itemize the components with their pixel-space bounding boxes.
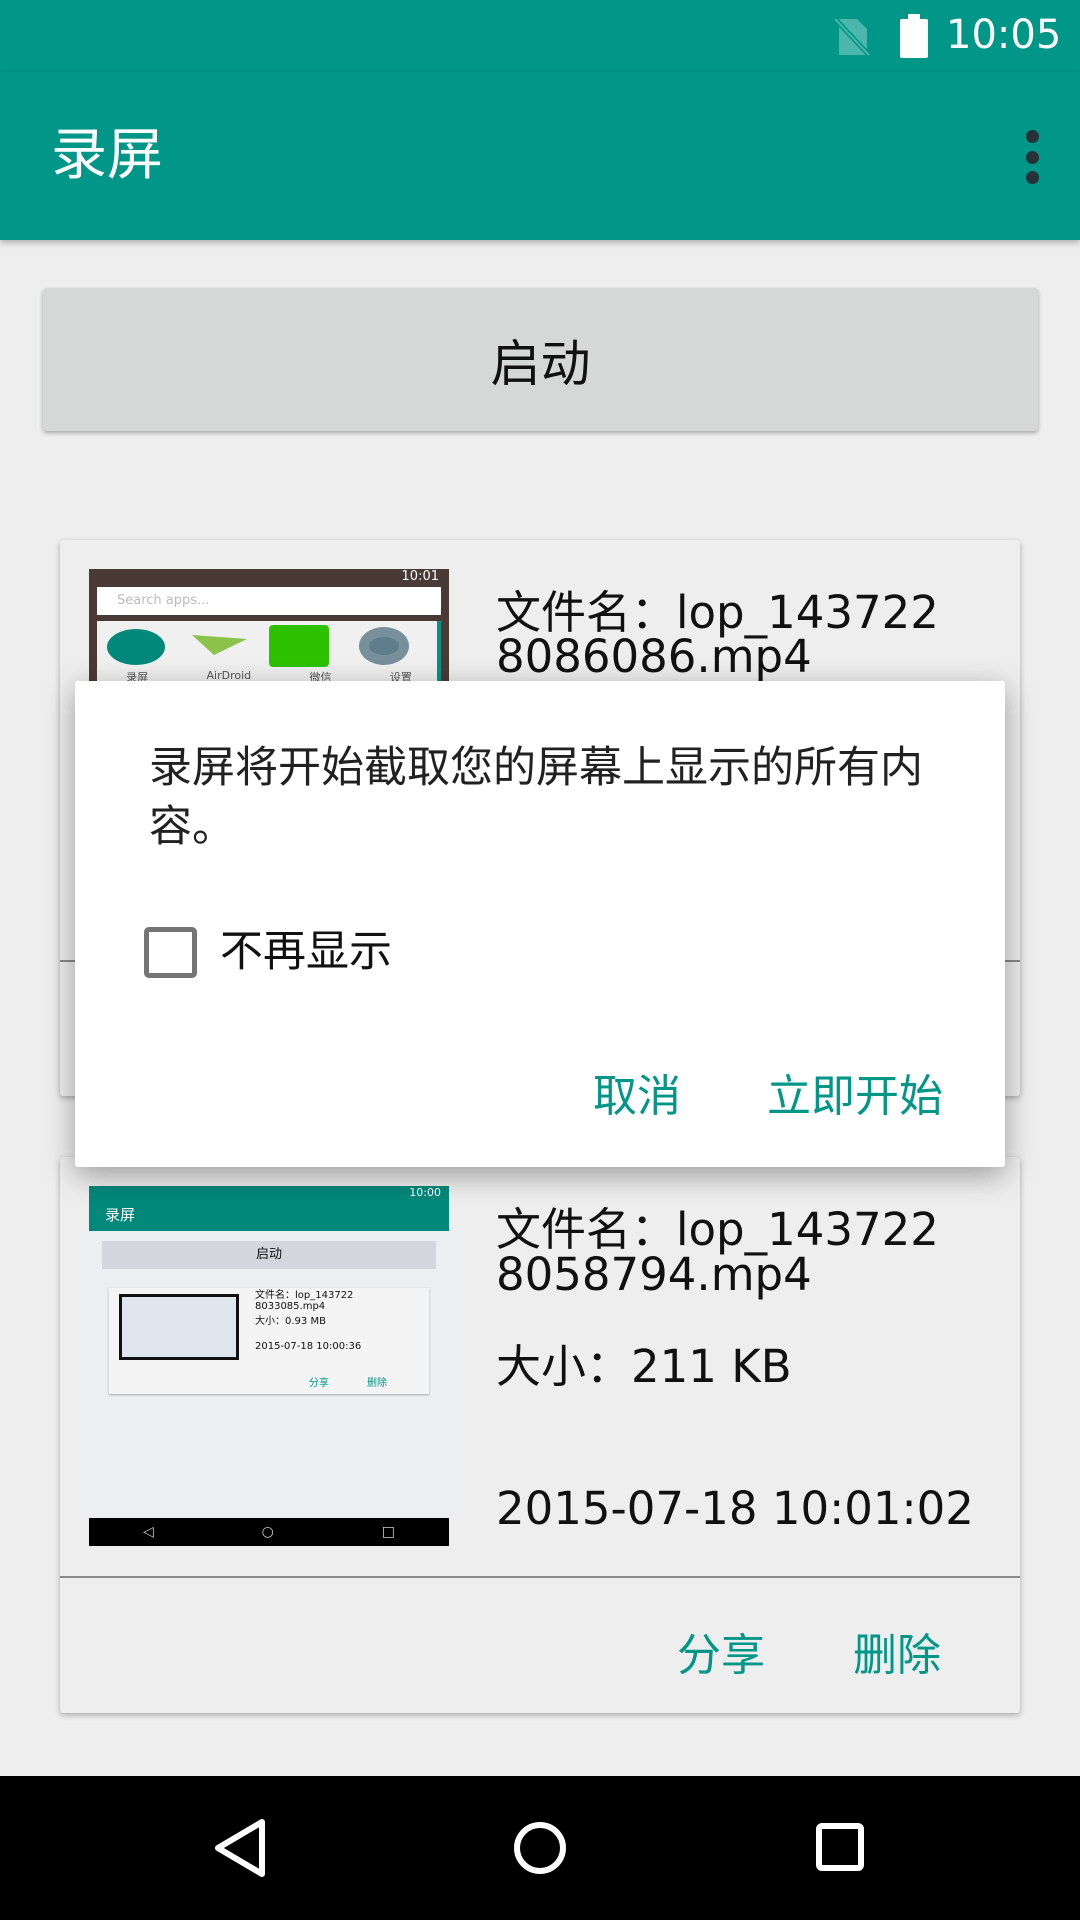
thumb-search: Search apps...	[97, 587, 441, 615]
thumb-delete: 删除	[367, 1378, 387, 1389]
video-thumbnail[interactable]: 10:00 录屏 启动 文件名：lop_143722 8033085.mp4 大…	[89, 1186, 449, 1546]
recents-icon[interactable]	[815, 1822, 865, 1872]
dialog-message: 录屏将开始截取您的屏幕上显示的所有内容。	[149, 743, 923, 852]
filename-line2: 8086086.mp4	[496, 630, 812, 683]
start-button[interactable]: 启动	[43, 288, 1038, 431]
thumb-filename: 文件名：lop_143722	[255, 1290, 354, 1301]
dont-show-again-checkbox[interactable]	[144, 927, 197, 978]
home-icon[interactable]	[512, 1820, 568, 1876]
thumb-share: 分享	[309, 1378, 329, 1389]
back-icon[interactable]	[212, 1818, 268, 1878]
more-vert-icon[interactable]	[1022, 130, 1042, 184]
file-date: 2015-07-18 10:01:02	[496, 1482, 974, 1535]
recording-card: 10:00 录屏 启动 文件名：lop_143722 8033085.mp4 大…	[60, 1157, 1020, 1713]
thumb-navbar: ◁ ○ □	[89, 1518, 449, 1546]
page-title: 录屏	[51, 123, 163, 188]
thumb-start: 启动	[102, 1241, 436, 1269]
app-bar: 录屏	[0, 72, 1080, 240]
battery-full-icon	[900, 14, 928, 58]
delete-button[interactable]: 删除	[853, 1619, 941, 1683]
thumb-clock: 10:00	[409, 1186, 441, 1199]
screen-capture-permission-dialog: 录屏将开始截取您的屏幕上显示的所有内容。 不再显示 取消 立即开始	[75, 681, 1005, 1167]
checkbox-label[interactable]: 不再显示	[220, 927, 392, 978]
thumb-clock: 10:01	[401, 569, 439, 584]
no-sim-icon	[833, 17, 871, 57]
status-bar: 10:05	[0, 0, 1080, 72]
share-button[interactable]: 分享	[677, 1619, 765, 1683]
file-size: 大小：211 KB	[496, 1340, 792, 1393]
thumb-title: 录屏	[105, 1206, 136, 1224]
divider	[60, 1576, 1020, 1578]
thumb-card: 文件名：lop_143722 8033085.mp4 大小：0.93 MB 20…	[109, 1288, 429, 1394]
filename-line2: 8058794.mp4	[496, 1248, 812, 1301]
thumb-date: 2015-07-18 10:00:36	[255, 1341, 362, 1352]
start-now-button[interactable]: 立即开始	[767, 1060, 943, 1124]
cancel-button[interactable]: 取消	[593, 1060, 681, 1124]
navigation-bar	[0, 1776, 1080, 1920]
thumb-size: 大小：0.93 MB	[255, 1316, 326, 1327]
thumb-filename2: 8033085.mp4	[255, 1301, 326, 1312]
clock: 10:05	[946, 12, 1062, 58]
